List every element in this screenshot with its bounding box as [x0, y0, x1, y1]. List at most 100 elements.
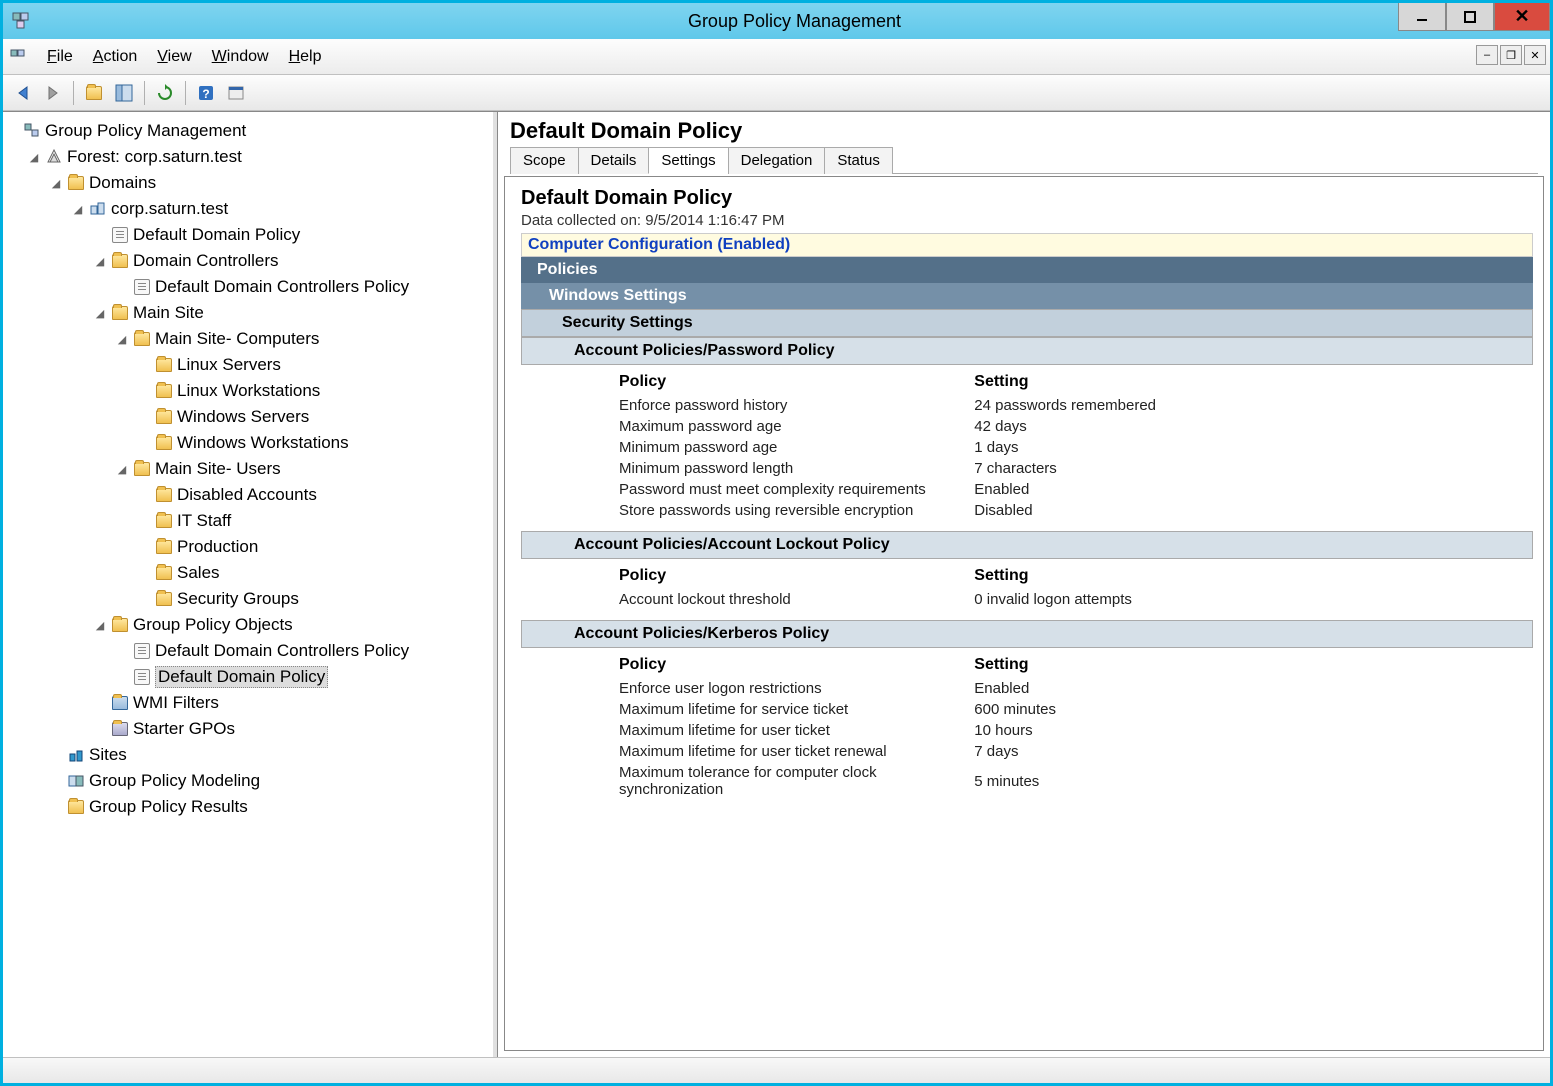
ou-icon — [111, 252, 129, 270]
tree-linux-ws[interactable]: Linux Workstations — [137, 378, 491, 404]
th-policy: Policy — [521, 652, 966, 678]
tree-gp-results[interactable]: Group Policy Results — [49, 794, 491, 820]
ou-icon — [155, 356, 173, 374]
th-policy: Policy — [521, 563, 966, 589]
help-button[interactable]: ? — [192, 79, 220, 107]
section-windows-settings[interactable]: Windows Settings — [521, 283, 1533, 309]
ou-icon — [133, 460, 151, 478]
tree-security-groups[interactable]: Security Groups — [137, 586, 491, 612]
section-kerberos-policy[interactable]: Account Policies/Kerberos Policy — [521, 620, 1533, 648]
back-button[interactable] — [9, 79, 37, 107]
password-policy-table: PolicySetting Enforce password history24… — [521, 369, 1533, 521]
tree-ms-computers[interactable]: ◢Main Site- Computers Linux Servers Linu… — [115, 326, 491, 456]
gpo-title: Default Domain Policy — [521, 187, 1533, 210]
mdi-minimize-button[interactable]: ‒ — [1476, 45, 1498, 65]
gpm-icon — [23, 122, 41, 140]
tree-ddcp-link[interactable]: Default Domain Controllers Policy — [115, 274, 491, 300]
tab-delegation[interactable]: Delegation — [728, 147, 826, 174]
table-row: Minimum password length7 characters — [521, 458, 1533, 479]
menu-view[interactable]: View — [147, 44, 201, 70]
settings-scroll[interactable]: Default Domain Policy Data collected on:… — [511, 183, 1537, 1044]
table-row: Enforce user logon restrictionsEnabled — [521, 678, 1533, 699]
wmi-icon — [111, 694, 129, 712]
section-policies[interactable]: Policies — [521, 257, 1533, 283]
table-row: Maximum tolerance for computer clock syn… — [521, 762, 1533, 800]
maximize-button[interactable] — [1446, 3, 1494, 31]
tree-wmi-filters[interactable]: WMI Filters — [93, 690, 491, 716]
tab-status[interactable]: Status — [824, 147, 893, 174]
up-button[interactable] — [80, 79, 108, 107]
forward-button[interactable] — [39, 79, 67, 107]
table-row: Enforce password history24 passwords rem… — [521, 395, 1533, 416]
tree-pane[interactable]: Group Policy Management ◢Forest: corp.sa… — [3, 112, 493, 1057]
ou-icon — [155, 408, 173, 426]
mdi-restore-button[interactable]: ❐ — [1500, 45, 1522, 65]
tree-sales[interactable]: Sales — [137, 560, 491, 586]
mdi-close-button[interactable]: ✕ — [1524, 45, 1546, 65]
tab-scope[interactable]: Scope — [510, 147, 579, 174]
table-row: Maximum lifetime for service ticket600 m… — [521, 699, 1533, 720]
kerberos-policy-table: PolicySetting Enforce user logon restric… — [521, 652, 1533, 800]
menu-help[interactable]: Help — [279, 44, 332, 70]
gpo-link-icon — [133, 278, 151, 296]
gpo-container-icon — [111, 616, 129, 634]
folder-icon — [67, 174, 85, 192]
tree-production[interactable]: Production — [137, 534, 491, 560]
svg-text:?: ? — [202, 87, 209, 101]
tree-win-servers[interactable]: Windows Servers — [137, 404, 491, 430]
tree-gpo-ddp[interactable]: Default Domain Policy — [115, 664, 491, 690]
tree-win-ws[interactable]: Windows Workstations — [137, 430, 491, 456]
ou-icon — [155, 512, 173, 530]
tab-details[interactable]: Details — [578, 147, 650, 174]
tree-domain[interactable]: ◢corp.saturn.test Default Domain Policy … — [71, 196, 491, 742]
tree-sites[interactable]: Sites — [49, 742, 491, 768]
section-password-policy[interactable]: Account Policies/Password Policy — [521, 337, 1533, 365]
starter-gpo-icon — [111, 720, 129, 738]
tree-starter-gpos[interactable]: Starter GPOs — [93, 716, 491, 742]
menu-action[interactable]: Action — [83, 44, 147, 70]
tree-root[interactable]: Group Policy Management ◢Forest: corp.sa… — [5, 118, 491, 820]
tree-ms-users[interactable]: ◢Main Site- Users Disabled Accounts IT S… — [115, 456, 491, 612]
th-policy: Policy — [521, 369, 966, 395]
section-lockout-policy[interactable]: Account Policies/Account Lockout Policy — [521, 531, 1533, 559]
tree-gpo-container[interactable]: ◢Group Policy Objects Default Domain Con… — [93, 612, 491, 690]
refresh-button[interactable] — [151, 79, 179, 107]
tree-domain-controllers[interactable]: ◢Domain Controllers Default Domain Contr… — [93, 248, 491, 300]
table-row: Account lockout threshold0 invalid logon… — [521, 589, 1533, 610]
statusbar — [3, 1057, 1550, 1083]
results-icon — [67, 798, 85, 816]
tree-gpo-ddcp[interactable]: Default Domain Controllers Policy — [115, 638, 491, 664]
toolbar: ? — [3, 75, 1550, 111]
tree-main-site[interactable]: ◢Main Site ◢Main Site- Computers Linux S… — [93, 300, 491, 612]
ou-icon — [155, 434, 173, 452]
th-setting: Setting — [966, 369, 1533, 395]
tree-disabled-accounts[interactable]: Disabled Accounts — [137, 482, 491, 508]
tree-domains[interactable]: ◢Domains ◢corp.saturn.test Default Domai… — [49, 170, 491, 742]
tree-ddp-link[interactable]: Default Domain Policy — [93, 222, 491, 248]
table-row: Password must meet complexity requiremen… — [521, 479, 1533, 500]
menu-window[interactable]: Window — [202, 44, 279, 70]
tree-it-staff[interactable]: IT Staff — [137, 508, 491, 534]
section-computer-configuration[interactable]: Computer Configuration (Enabled) — [521, 233, 1533, 257]
properties-button[interactable] — [222, 79, 250, 107]
close-button[interactable]: ✕ — [1494, 3, 1550, 31]
section-security-settings[interactable]: Security Settings — [521, 309, 1533, 337]
tab-settings[interactable]: Settings — [648, 147, 728, 174]
menu-file[interactable]: File — [37, 44, 83, 70]
ou-icon — [155, 564, 173, 582]
tree-forest[interactable]: ◢Forest: corp.saturn.test ◢Domains ◢corp… — [27, 144, 491, 820]
gpo-icon — [133, 668, 151, 686]
forest-icon — [45, 148, 63, 166]
ou-icon — [155, 538, 173, 556]
show-hide-tree-button[interactable] — [110, 79, 138, 107]
detail-pane: Default Domain Policy Scope Details Sett… — [497, 112, 1550, 1057]
ou-icon — [155, 382, 173, 400]
table-row: Minimum password age1 days — [521, 437, 1533, 458]
tree-linux-servers[interactable]: Linux Servers — [137, 352, 491, 378]
settings-area: Default Domain Policy Data collected on:… — [504, 176, 1544, 1051]
mmc-icon — [9, 48, 27, 66]
minimize-button[interactable] — [1398, 3, 1446, 31]
domain-icon — [89, 200, 107, 218]
titlebar[interactable]: Group Policy Management ✕ — [3, 3, 1550, 39]
tree-gp-modeling[interactable]: Group Policy Modeling — [49, 768, 491, 794]
